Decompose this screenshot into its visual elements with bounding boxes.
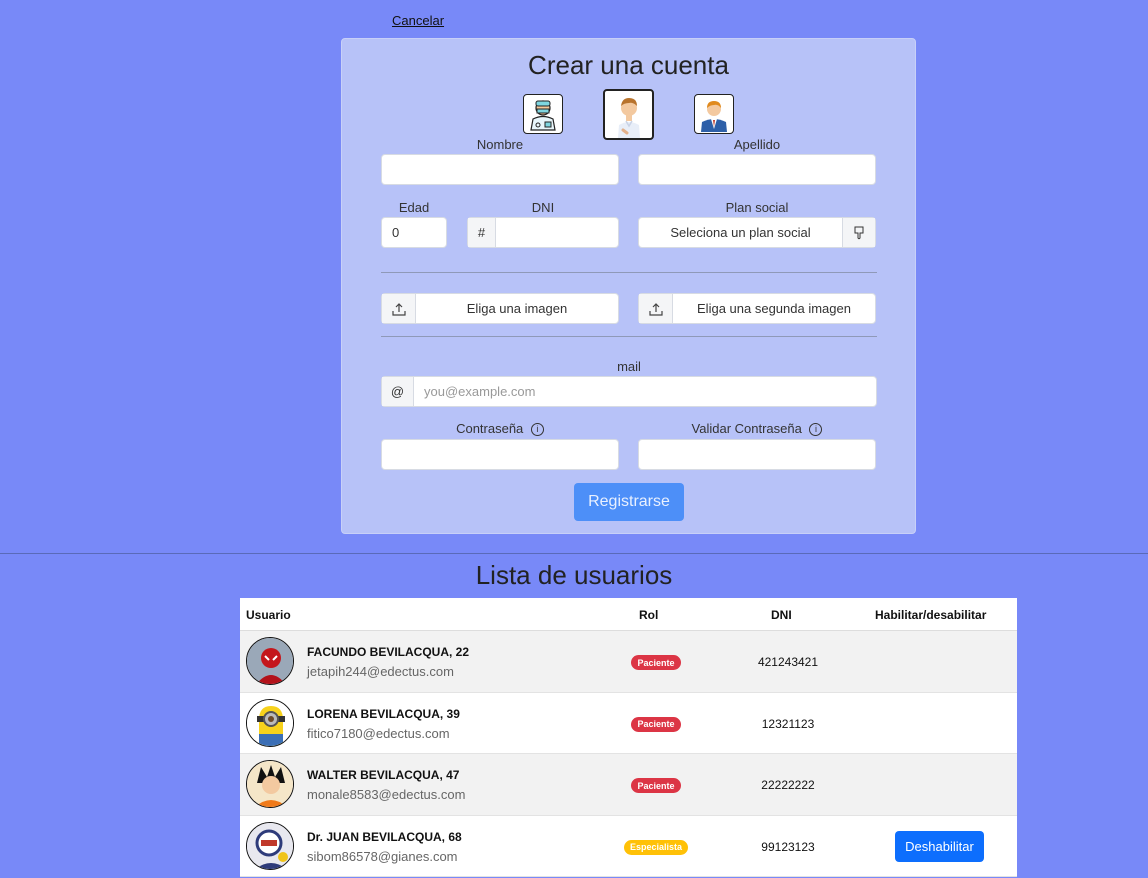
user-dni: 22222222: [761, 778, 815, 792]
table-row: Dr. JUAN BEVILACQUA, 68 sibom86578@giane…: [240, 816, 1017, 877]
user-dni: 421243421: [757, 655, 819, 669]
upload-icon: [382, 294, 416, 323]
cancel-link[interactable]: Cancelar: [392, 13, 444, 28]
password-field[interactable]: [381, 439, 619, 470]
table-header: Usuario Rol DNI Habilitar/desabilitar: [240, 598, 1017, 631]
image1-upload[interactable]: Eliga una imagen: [381, 293, 619, 324]
nombre-field[interactable]: [381, 154, 619, 185]
patient-icon[interactable]: [603, 89, 654, 140]
edad-label: Edad: [398, 200, 430, 215]
role-badge: Paciente: [631, 778, 681, 793]
user-dni: 99123123: [761, 839, 815, 854]
image1-label: Eliga una imagen: [466, 301, 568, 316]
info-icon[interactable]: i: [809, 423, 823, 437]
password-label: Contraseña i: [381, 421, 619, 437]
mail-label: mail: [617, 359, 641, 374]
plan-select[interactable]: Seleciona un plan social: [638, 217, 876, 248]
user-name: LORENA BEVILACQUA, 39: [307, 706, 460, 721]
user-name: FACUNDO BEVILACQUA, 22: [307, 645, 470, 659]
disable-button[interactable]: Deshabilitar: [895, 830, 984, 862]
plan-select-value: Seleciona un plan social: [670, 225, 811, 240]
avatar: [246, 760, 294, 808]
dni-field[interactable]: #: [467, 217, 619, 248]
password-confirm-field[interactable]: [638, 439, 876, 470]
users-table: Usuario Rol DNI Habilitar/desabilitar FA…: [240, 598, 1017, 877]
plan-label: Plan social: [725, 200, 789, 215]
user-email: fitico7180@edectus.com: [307, 725, 450, 741]
doctor-icon[interactable]: [523, 94, 563, 134]
col-habilitar: Habilitar/desabilitar: [875, 608, 987, 622]
apellido-field[interactable]: [638, 154, 876, 185]
image2-upload[interactable]: Eliga una segunda imagen: [638, 293, 876, 324]
table-row: LORENA BEVILACQUA, 39 fitico7180@edectus…: [240, 693, 1017, 754]
role-badge: Paciente: [631, 655, 681, 670]
email-field[interactable]: @ you@example.com: [381, 376, 877, 407]
dni-label: DNI: [531, 200, 555, 215]
info-icon[interactable]: i: [530, 423, 544, 437]
register-button[interactable]: Registrarse: [574, 483, 684, 521]
image2-label: Eliga una segunda imagen: [697, 301, 851, 316]
upload-icon: [639, 294, 673, 323]
section-divider: [0, 553, 1148, 554]
dni-prefix: #: [468, 218, 496, 247]
divider-2: [381, 336, 877, 337]
form-title: Crear una cuenta: [528, 50, 729, 80]
hand-down-icon[interactable]: [842, 218, 875, 247]
col-rol: Rol: [639, 608, 659, 622]
table-row: FACUNDO BEVILACQUA, 22 jetapih244@edectu…: [240, 631, 1017, 693]
user-email: monale8583@edectus.com: [307, 787, 466, 802]
divider-1: [381, 272, 877, 273]
admin-icon[interactable]: [694, 94, 734, 134]
register-card: Crear una cuenta Nombre Apellido Edad 0 …: [341, 38, 916, 534]
at-prefix: @: [382, 377, 414, 406]
col-usuario: Usuario: [246, 608, 291, 622]
edad-value: 0: [392, 225, 400, 240]
avatar: [246, 698, 294, 747]
role-badge: Paciente: [631, 716, 681, 732]
table-row: WALTER BEVILACQUA, 47 monale8583@edectus…: [240, 754, 1017, 816]
role-badge: Especialista: [624, 839, 688, 855]
password-confirm-label: Validar Contraseña i: [638, 421, 876, 437]
password-confirm-label-text: Validar Contraseña: [691, 421, 802, 436]
password-label-text: Contraseña: [456, 421, 524, 436]
apellido-label: Apellido: [733, 137, 781, 152]
user-dni: 12321123: [761, 716, 815, 731]
col-dni: DNI: [771, 608, 792, 622]
avatar: [246, 821, 294, 870]
nombre-label: Nombre: [476, 137, 524, 152]
user-name: WALTER BEVILACQUA, 47: [307, 768, 460, 782]
user-email: sibom86578@gianes.com: [307, 848, 458, 864]
users-title: Lista de usuarios: [475, 560, 673, 590]
user-email: jetapih244@edectus.com: [307, 664, 454, 679]
user-name: Dr. JUAN BEVILACQUA, 68: [307, 829, 462, 844]
email-placeholder: you@example.com: [424, 384, 536, 399]
avatar: [246, 637, 294, 685]
edad-field[interactable]: 0: [381, 217, 447, 248]
